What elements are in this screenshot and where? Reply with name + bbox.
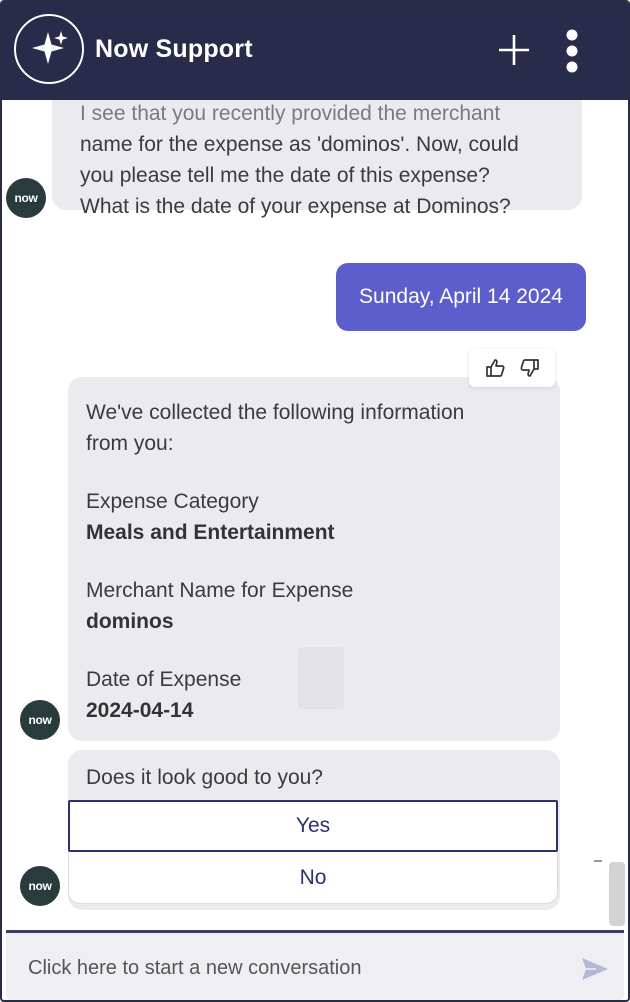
placeholder-shape — [298, 647, 344, 709]
message-line: What is the date of your expense at Domi… — [80, 195, 511, 218]
new-chat-button[interactable] — [494, 30, 534, 70]
thumbs-up-button[interactable] — [482, 355, 508, 381]
chat-title: Now Support — [95, 35, 253, 63]
scrollbar-thumb[interactable] — [609, 862, 625, 926]
bot-avatar: now — [20, 700, 60, 740]
user-message: Sunday, April 14 2024 — [336, 263, 586, 331]
yes-option-button[interactable]: Yes — [68, 800, 558, 852]
field-value: Meals and Entertainment — [86, 521, 335, 544]
thumbs-down-icon — [519, 359, 539, 377]
plus-icon — [499, 35, 529, 65]
thumbs-up-icon — [485, 359, 505, 377]
field-label: Merchant Name for Expense — [86, 579, 354, 602]
chat-header: Now Support — [2, 2, 628, 100]
chat-window: Now Support I see that you recently prov… — [0, 0, 630, 1002]
bot-avatar: now — [6, 178, 46, 218]
divider — [594, 860, 602, 862]
bot-avatar: now — [20, 866, 60, 906]
message-line: I see that you recently provided the mer… — [80, 102, 501, 125]
field-value: dominos — [86, 610, 174, 633]
confirm-question: Does it look good to you? — [86, 766, 323, 789]
new-conversation-bar[interactable]: Click here to start a new conversation — [6, 930, 624, 1000]
bot-message: I see that you recently provided the mer… — [52, 100, 582, 218]
kebab-menu-icon — [566, 29, 578, 73]
message-line: you please tell me the date of this expe… — [80, 164, 490, 187]
message-line: from you: — [86, 432, 174, 455]
feedback-bar — [469, 349, 555, 387]
message-line: We've collected the following informatio… — [86, 401, 465, 424]
no-option-button[interactable]: No — [68, 852, 558, 904]
bot-summary-message: We've collected the following informatio… — [68, 377, 560, 741]
message-line: name for the expense as 'dominos'. Now, … — [80, 133, 519, 156]
sparkle-icon — [14, 14, 84, 84]
thumbs-down-button[interactable] — [517, 355, 543, 381]
field-label: Expense Category — [86, 490, 259, 513]
send-button[interactable] — [580, 955, 610, 983]
message-list[interactable]: I see that you recently provided the mer… — [2, 100, 628, 928]
more-options-button[interactable] — [554, 24, 590, 78]
send-icon — [582, 958, 608, 980]
new-conversation-link[interactable]: Click here to start a new conversation — [28, 957, 362, 980]
